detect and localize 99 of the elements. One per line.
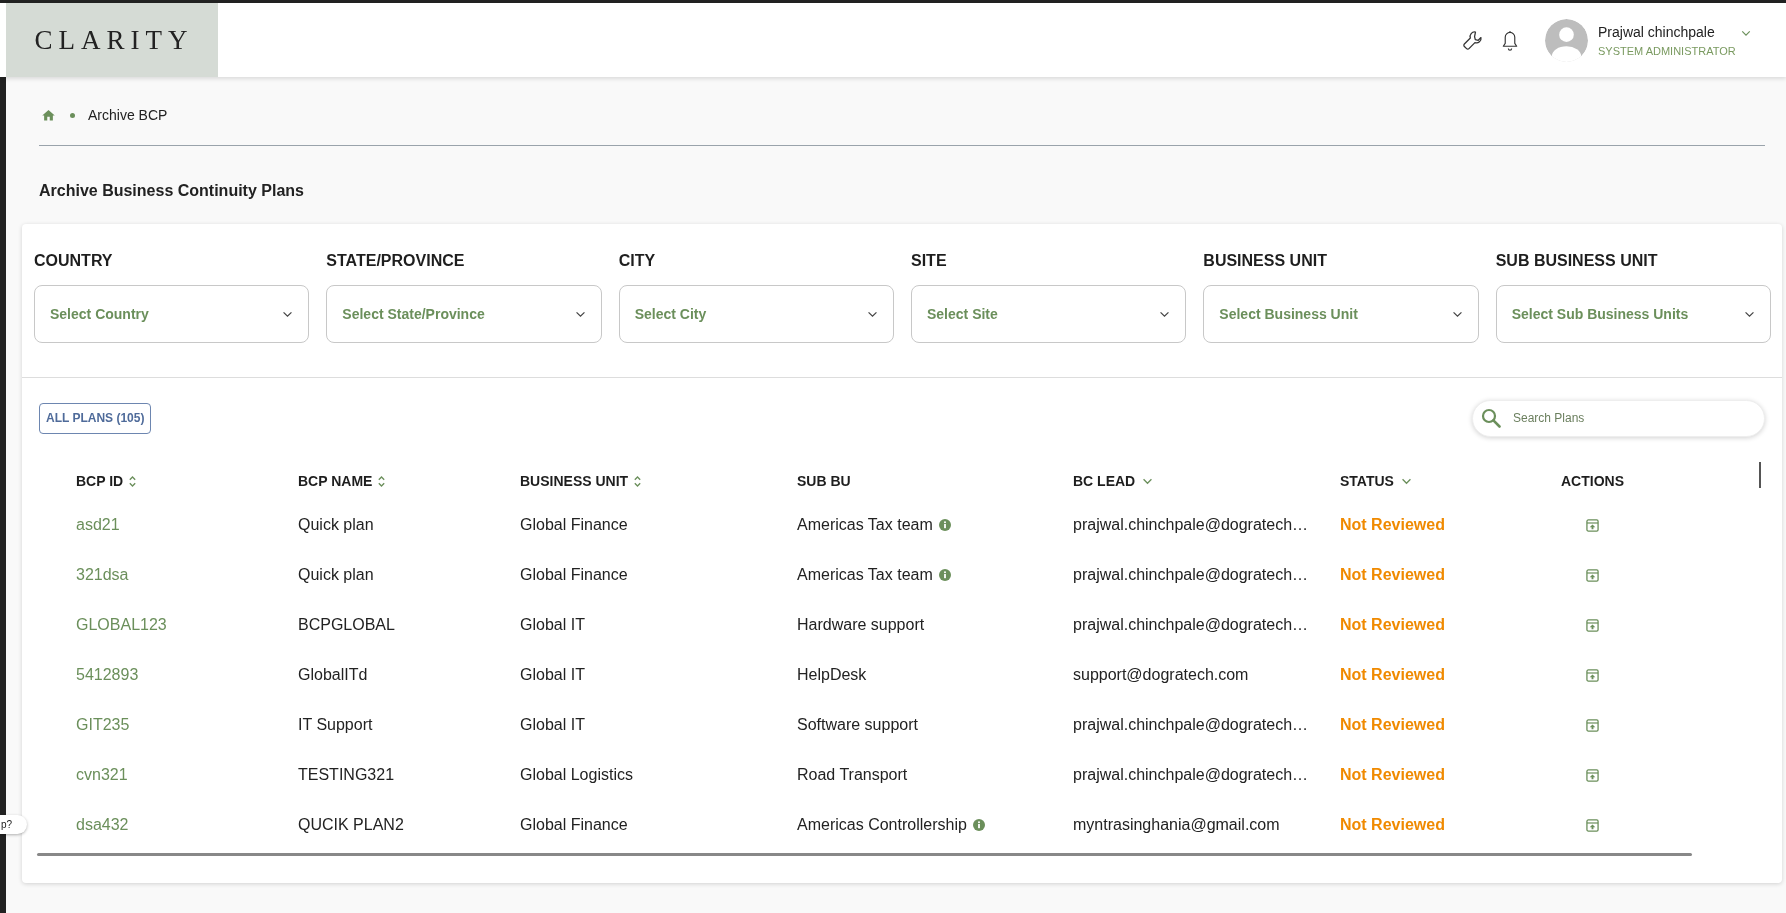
table-cell: Global IT (520, 666, 585, 684)
box-arrow-up-icon[interactable] (1586, 768, 1599, 782)
all-plans-button[interactable]: ALL PLANS (105) (39, 402, 152, 434)
table-cell: Global Finance (520, 816, 628, 834)
table-cell: Americas Tax team (797, 516, 933, 534)
help-tab[interactable]: p? (0, 815, 27, 834)
search-icon (1481, 407, 1501, 428)
table-cell: Global IT (520, 616, 585, 634)
chevron-down-icon[interactable] (1741, 29, 1751, 37)
column-header[interactable]: BCP ID (76, 473, 124, 489)
chevron-down-icon (1159, 310, 1171, 318)
avatar-icon[interactable] (1545, 18, 1588, 62)
table-cell: Global Finance (520, 516, 628, 534)
user-name: Prajwal chinchpale (1598, 23, 1716, 40)
box-arrow-up-icon[interactable] (1586, 718, 1599, 732)
table-cell: prajwal.chinchpale@dogratech… (1073, 716, 1309, 734)
table-cell: GlobalITd (298, 666, 368, 684)
column-header[interactable]: BC LEAD (1073, 473, 1136, 489)
scrollbar-thumb[interactable] (1759, 462, 1761, 488)
select-field[interactable]: Select State/Province (326, 285, 602, 343)
table-cell: HelpDesk (797, 666, 867, 684)
box-arrow-up-icon[interactable] (1586, 518, 1599, 532)
table-cell: prajwal.chinchpale@dogratech… (1073, 616, 1309, 634)
chevron-down-icon[interactable] (1400, 477, 1412, 485)
box-arrow-up-icon[interactable] (1586, 568, 1599, 582)
plan-id-link[interactable]: GIT235 (76, 716, 130, 734)
plan-id-link[interactable]: GLOBAL123 (76, 616, 167, 634)
table-cell: Americas Tax team (797, 566, 933, 584)
chevron-down-icon (1744, 310, 1755, 318)
select-field[interactable]: Select Business Unit (1203, 285, 1479, 343)
table-cell: Global Finance (520, 566, 628, 584)
sort-icon[interactable] (128, 474, 138, 488)
filter-label: BUSINESS UNIT (1203, 251, 1328, 270)
status-text: Not Reviewed (1340, 716, 1445, 734)
status-text: Not Reviewed (1340, 666, 1445, 684)
box-arrow-up-icon[interactable] (1586, 818, 1599, 832)
sort-icon[interactable] (377, 474, 387, 488)
status-text: Not Reviewed (1340, 616, 1445, 634)
chevron-down-icon (867, 310, 878, 318)
column-header: ACTIONS (1561, 473, 1624, 489)
table-cell: QUCIK PLAN2 (298, 816, 404, 834)
table-cell: support@dogratech.com (1073, 666, 1249, 684)
plan-id-link[interactable]: dsa432 (76, 816, 129, 834)
breadcrumb-current: Archive BCP (88, 107, 168, 123)
table-cell: prajwal.chinchpale@dogratech… (1073, 766, 1309, 784)
home-icon[interactable] (41, 107, 56, 123)
plan-id-link[interactable]: cvn321 (76, 766, 128, 784)
filter-label: SITE (911, 251, 948, 270)
chevron-down-icon[interactable] (1142, 477, 1154, 485)
select-field[interactable]: Select Country (34, 285, 310, 343)
status-text: Not Reviewed (1340, 516, 1445, 534)
chevron-down-icon (574, 310, 586, 318)
filter-label: STATE/PROVINCE (326, 251, 466, 270)
table-cell: Quick plan (298, 516, 374, 534)
search-field[interactable]: Search Plans (1472, 399, 1765, 437)
filter-label: CITY (618, 251, 657, 270)
filter-label: COUNTRY (34, 251, 114, 270)
status-text: Not Reviewed (1340, 816, 1445, 834)
logo[interactable]: CLARITY (6, 3, 218, 77)
select-field[interactable]: Select City (618, 285, 894, 343)
table-cell: Software support (797, 716, 918, 734)
plan-id-link[interactable]: 5412893 (76, 666, 139, 684)
select-field[interactable]: Select Sub Business Units (1495, 285, 1771, 343)
column-header[interactable]: BCP NAME (298, 473, 373, 489)
status-text: Not Reviewed (1340, 766, 1445, 784)
column-header[interactable]: STATUS (1340, 473, 1394, 489)
info-icon[interactable] (972, 819, 985, 831)
filter-label: SUB BUSINESS UNIT (1495, 251, 1659, 270)
table-cell: prajwal.chinchpale@dogratech… (1073, 516, 1309, 534)
chevron-down-icon (1451, 310, 1463, 318)
bell-icon[interactable] (1502, 29, 1518, 51)
table-cell: Hardware support (797, 616, 925, 634)
user-role: SYSTEM ADMINISTRATOR (1598, 44, 1737, 57)
wrench-icon[interactable] (1462, 29, 1484, 51)
column-header: SUB BU (797, 473, 851, 489)
table-cell: Americas Controllership (797, 816, 967, 834)
sort-icon[interactable] (633, 474, 643, 488)
scrollbar-thumb[interactable] (37, 853, 1692, 856)
table-cell: Road Transport (797, 766, 908, 784)
table-cell: prajwal.chinchpale@dogratech… (1073, 566, 1309, 584)
chevron-down-icon (282, 310, 294, 318)
info-icon[interactable] (938, 519, 951, 531)
select-field[interactable]: Select Site (911, 285, 1187, 343)
plan-id-link[interactable]: 321dsa (76, 566, 129, 584)
box-arrow-up-icon[interactable] (1586, 668, 1599, 682)
table-cell: myntrasinghania@gmail.com (1073, 816, 1280, 834)
table-cell: IT Support (298, 716, 373, 734)
table-cell: TESTING321 (298, 766, 395, 784)
status-text: Not Reviewed (1340, 566, 1445, 584)
box-arrow-up-icon[interactable] (1586, 618, 1599, 632)
plan-id-link[interactable]: asd21 (76, 516, 120, 534)
page-title: Archive Business Continuity Plans (39, 182, 305, 200)
table-cell: Global IT (520, 716, 585, 734)
table-cell: BCPGLOBAL (298, 616, 395, 634)
separator-dot-icon (70, 112, 75, 118)
column-header[interactable]: BUSINESS UNIT (520, 473, 629, 489)
table-cell: Global Logistics (520, 766, 633, 784)
info-icon[interactable] (938, 569, 951, 581)
table-cell: Quick plan (298, 566, 374, 584)
